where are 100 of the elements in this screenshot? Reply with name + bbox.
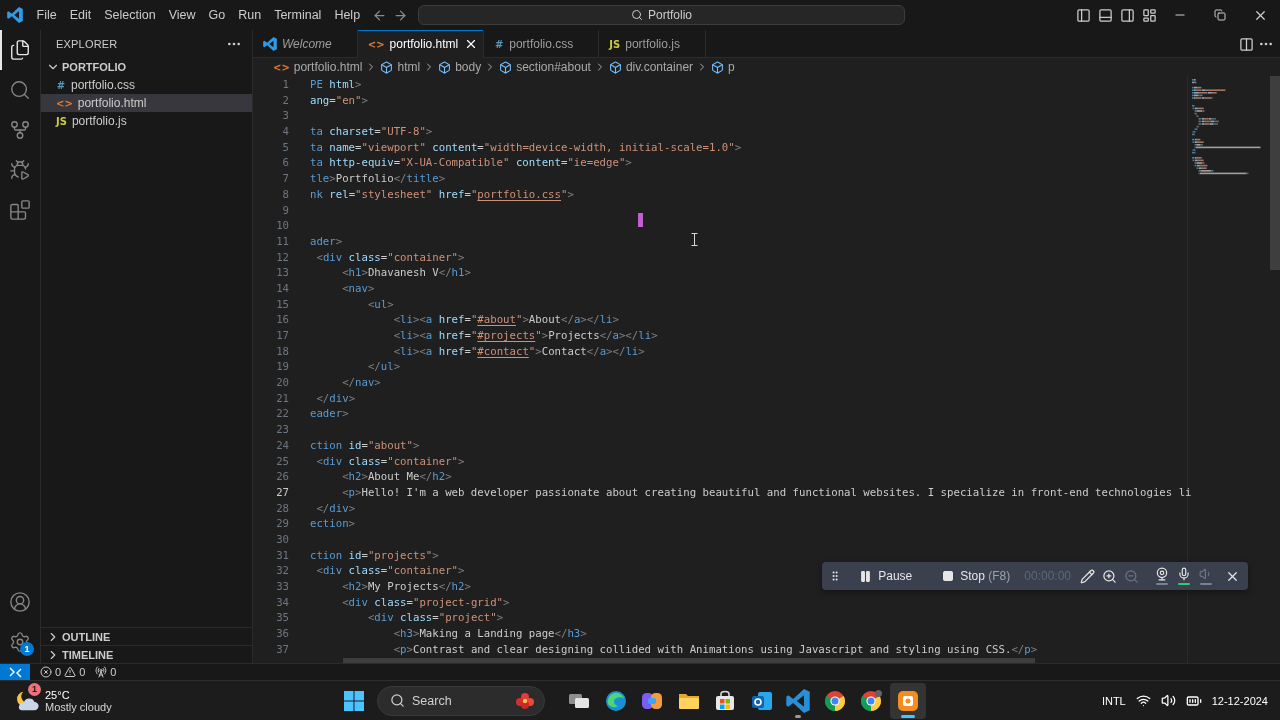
tree-row[interactable]: <> portfolio.html	[41, 94, 252, 112]
app-logo-icon	[7, 7, 23, 23]
forward-arrow-icon[interactable]	[393, 7, 408, 23]
line-number: 18	[275, 343, 289, 360]
code-line: tle>Portfolio</title>	[310, 171, 446, 187]
line-number: 12	[275, 249, 289, 266]
line-number: 16	[275, 312, 289, 328]
menu-item[interactable]: Help	[327, 4, 367, 26]
settings-button[interactable]: 1	[0, 622, 40, 662]
breadcrumb-item[interactable]: body	[438, 60, 482, 74]
menu-item[interactable]: Edit	[63, 4, 98, 26]
keyboard-language[interactable]: INTL	[1101, 694, 1126, 707]
menu-item[interactable]: Run	[231, 4, 268, 26]
split-editor-icon[interactable]	[1239, 36, 1254, 52]
code-line: </nav>	[341, 375, 381, 391]
problems-indicator[interactable]: 0 0	[40, 666, 86, 678]
pause-button[interactable]: Pause	[859, 569, 913, 583]
taskbar-search-field[interactable]: Search	[377, 685, 545, 716]
menu-item[interactable]: Go	[202, 4, 232, 26]
back-arrow-icon[interactable]	[372, 7, 387, 23]
antenna-icon	[95, 666, 108, 678]
line-number: 23	[275, 422, 289, 438]
code-line: eader>	[310, 406, 349, 423]
breadcrumb-item[interactable]: <> portfolio.html	[273, 60, 363, 74]
line-number: 14	[275, 280, 289, 297]
layout-icon[interactable]	[1141, 7, 1157, 23]
code-line: <h1>Dhavanesh V</h1>	[341, 265, 471, 281]
breadcrumb-item[interactable]: html	[380, 60, 421, 74]
line-number: 22	[275, 406, 289, 423]
code-line: <div class="project-grid">	[341, 594, 510, 611]
line-number: 1	[281, 77, 289, 93]
microphone-icon[interactable]	[1177, 567, 1191, 581]
code-line: <li><a href="#about">About</a></li>	[392, 312, 619, 328]
line-number: 17	[275, 328, 289, 344]
pencil-icon[interactable]	[1079, 568, 1095, 584]
zoom-in-icon[interactable]	[1101, 568, 1117, 584]
cube-icon	[608, 60, 622, 74]
search-icon	[631, 9, 643, 21]
account-icon	[9, 591, 31, 613]
menu-item[interactable]: View	[162, 4, 202, 26]
flower-icon	[514, 691, 536, 710]
code-line: ang="en">	[310, 92, 368, 109]
remote-button[interactable]	[0, 664, 30, 680]
code-line: ction id="projects">	[310, 547, 439, 564]
stop-button[interactable]: Stop (F8)	[942, 569, 1011, 583]
breadcrumb-item[interactable]: section#about	[499, 60, 591, 74]
menu-item[interactable]: File	[30, 4, 64, 26]
panel-left-icon[interactable]	[1075, 7, 1091, 23]
stop-icon	[942, 570, 955, 582]
line-number: 32	[275, 563, 289, 579]
tree-row[interactable]: JS portfolio.js	[41, 112, 252, 130]
line-number: 30	[275, 531, 289, 548]
code-line: </div>	[315, 500, 356, 517]
panel-right-icon[interactable]	[1119, 7, 1135, 23]
section-header[interactable]: OUTLINE	[41, 627, 252, 645]
taskbar-app-button[interactable]	[889, 682, 926, 719]
extensions-icon	[9, 199, 31, 221]
line-number: 3	[281, 108, 289, 125]
code-line: <p>Contrast and clear designing collided with Animations using Javascript and styling using CSS.</p>	[392, 641, 1038, 658]
menu-item[interactable]: Terminal	[267, 4, 328, 26]
browser-profile-icon	[859, 688, 884, 713]
line-number: 4	[281, 124, 289, 140]
code-line: <li><a href="#projects">Projects</a></li>	[392, 328, 658, 344]
code-line: <div class="container">	[315, 563, 465, 579]
line-number: 9	[281, 202, 289, 219]
file-type-icon: <>	[367, 38, 385, 50]
code-line: </div>	[315, 390, 356, 407]
code-line: <li><a href="#contact">Contact</a></li>	[392, 343, 645, 360]
search-icon	[9, 79, 31, 101]
restore-icon[interactable]	[1214, 9, 1226, 21]
line-number: 31	[275, 547, 289, 564]
start-icon[interactable]	[344, 690, 364, 711]
cube-icon	[438, 60, 452, 74]
wifi-icon[interactable]	[1135, 693, 1151, 708]
ports-indicator[interactable]: 0	[95, 666, 117, 678]
file-type-icon: JS	[609, 38, 621, 50]
code-line: ta charset="UTF-8">	[310, 124, 433, 140]
webcam-icon[interactable]	[1155, 567, 1169, 581]
line-number: 11	[275, 233, 289, 250]
volume-icon[interactable]	[1160, 693, 1176, 708]
vertical-scrollbar[interactable]	[1270, 76, 1280, 270]
files-icon	[9, 39, 31, 61]
horizontal-scrollbar[interactable]	[343, 658, 1035, 663]
clock-date[interactable]: 12-12-2024	[1211, 694, 1268, 707]
file-type-icon: <>	[56, 97, 73, 109]
editor-tab[interactable]: <> portfolio.html	[357, 30, 485, 58]
line-number: 34	[275, 594, 289, 611]
line-number: 20	[275, 375, 289, 391]
panel-bottom-icon[interactable]	[1097, 7, 1113, 23]
command-center[interactable]: Portfolio	[418, 5, 905, 25]
breadcrumb-item[interactable]: div.container	[608, 60, 694, 74]
folder-item[interactable]: PORTFOLIO	[41, 58, 252, 76]
line-number: 27	[275, 484, 289, 501]
line-number: 6	[281, 155, 289, 172]
line-number: 15	[275, 296, 289, 313]
file-type-icon: #	[56, 79, 66, 91]
weather-condition: Mostly cloudy	[45, 700, 112, 713]
breadcrumb-item[interactable]: p	[711, 60, 735, 74]
menu-item[interactable]: Selection	[97, 4, 163, 26]
tree-row[interactable]: # portfolio.css	[41, 76, 252, 94]
